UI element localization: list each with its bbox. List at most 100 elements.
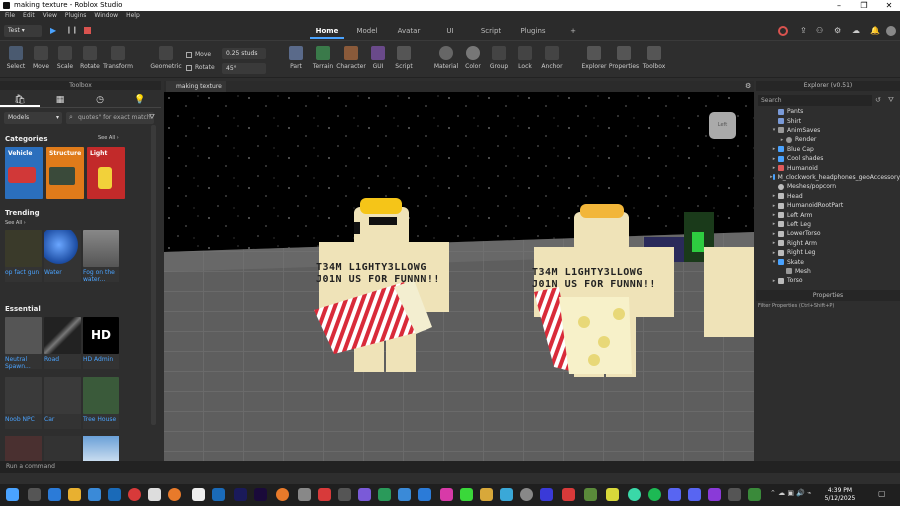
app-icon[interactable] <box>378 488 391 501</box>
gui-button[interactable]: GUI <box>368 46 388 70</box>
rotate-snap-input[interactable]: 45° <box>222 63 266 74</box>
app-icon[interactable] <box>500 488 513 501</box>
category-structure[interactable]: Structure <box>46 147 84 199</box>
essential-item[interactable]: Noob NPC <box>5 377 42 429</box>
app-icon[interactable] <box>298 488 311 501</box>
command-bar-input[interactable]: Run a command <box>0 461 900 473</box>
app-icon[interactable] <box>688 488 701 501</box>
lock-button[interactable]: Lock <box>514 46 536 70</box>
explorer-item[interactable]: ▸ Torso <box>756 276 900 285</box>
document-tab[interactable]: making texture ✕ <box>166 81 226 101</box>
filter-icon[interactable]: ⛛ <box>888 96 894 105</box>
history-icon[interactable]: ↺ <box>875 96 881 104</box>
tab-creations[interactable]: 💡 <box>120 93 160 107</box>
blender-icon[interactable] <box>276 488 289 501</box>
category-vehicle[interactable]: Vehicle <box>5 147 43 199</box>
tab-script[interactable]: Script <box>476 25 506 39</box>
explorer-item[interactable]: ▸ Cool shades <box>756 154 900 163</box>
character-button[interactable]: Character <box>336 46 366 70</box>
app-icon[interactable] <box>540 488 553 501</box>
more-thumbnail[interactable] <box>44 436 81 461</box>
essential-item[interactable]: HD HD Admin <box>83 317 119 369</box>
group-button[interactable]: Group <box>486 46 512 70</box>
app-icon[interactable] <box>440 488 453 501</box>
transform-tool-button[interactable]: Transform <box>102 46 134 70</box>
more-thumbnail[interactable] <box>83 436 119 461</box>
stop-icon[interactable] <box>84 27 91 34</box>
trending-item[interactable]: Fog on the water... <box>83 230 119 283</box>
share-icon[interactable]: ⇪ <box>800 26 807 35</box>
explorer-item[interactable]: ▸ Humanoid <box>756 163 900 172</box>
discord-icon[interactable] <box>668 488 681 501</box>
tab-marketplace[interactable]: 🛍 <box>0 93 40 107</box>
windows-start-icon[interactable] <box>6 488 19 501</box>
app-icon[interactable] <box>628 488 641 501</box>
menu-view[interactable]: View <box>43 11 57 21</box>
explorer-item[interactable]: Shirt <box>756 116 900 125</box>
app-icon[interactable] <box>358 488 371 501</box>
menu-window[interactable]: Window <box>94 11 118 21</box>
firefox-icon[interactable] <box>168 488 181 501</box>
scale-tool-button[interactable]: Scale <box>54 46 76 70</box>
explorer-item[interactable]: ▾ Skate <box>756 257 900 266</box>
essential-item[interactable]: Tree House <box>83 377 119 429</box>
avatar[interactable] <box>886 26 896 36</box>
premiere-icon[interactable] <box>254 488 267 501</box>
terrain-button[interactable]: Terrain <box>310 46 336 70</box>
tab-model[interactable]: Model <box>352 25 382 39</box>
select-tool-button[interactable]: Select <box>4 46 28 70</box>
tab-avatar[interactable]: Avatar <box>392 25 426 39</box>
store-icon[interactable] <box>88 488 101 501</box>
properties-button[interactable]: Properties <box>608 46 640 70</box>
explorer-button[interactable]: Explorer <box>580 46 608 70</box>
app-icon[interactable] <box>48 488 61 501</box>
tab-inventory[interactable]: ▦ <box>40 93 80 107</box>
menu-edit[interactable]: Edit <box>23 11 35 21</box>
menu-help[interactable]: Help <box>126 11 140 21</box>
pause-icon[interactable]: ❙❙ <box>66 26 78 34</box>
part-button[interactable]: Part <box>285 46 307 70</box>
app-icon[interactable] <box>562 488 575 501</box>
notification-icon[interactable]: 🔔 <box>870 26 880 35</box>
app-icon[interactable] <box>708 488 721 501</box>
settings-icon[interactable]: ⚙ <box>834 26 841 35</box>
trending-item[interactable]: op fact gun <box>5 230 42 282</box>
geometric-button[interactable]: Geometric <box>150 46 182 70</box>
explorer-item[interactable]: ▸ HumanoidRootPart <box>756 201 900 210</box>
toolbox-scrollbar[interactable] <box>151 125 156 425</box>
gear-icon[interactable]: ⚙ <box>745 82 751 90</box>
3d-viewport[interactable]: T34M L1GHTY3LLOWG J01N US FOR FUNNN!! T3… <box>164 92 754 461</box>
animate-icon[interactable] <box>234 488 247 501</box>
toolbox-search-input[interactable]: quotes" for exact match <box>66 112 154 124</box>
record-icon[interactable] <box>778 26 788 36</box>
environment-select[interactable]: Test ▾ <box>4 25 42 37</box>
app-icon[interactable] <box>398 488 411 501</box>
essential-item[interactable]: Road <box>44 317 81 369</box>
toolbox-button[interactable]: Toolbox <box>640 46 668 70</box>
explorer-item[interactable]: ▸ Right Leg <box>756 248 900 257</box>
app-icon[interactable] <box>728 488 741 501</box>
tab-home[interactable]: Home <box>310 25 344 39</box>
explorer-item[interactable]: ▸ Head <box>756 192 900 201</box>
tab-ui[interactable]: UI <box>440 25 460 39</box>
filter-icon[interactable]: ⛛ <box>149 113 155 122</box>
system-clock[interactable]: 4:39 PM 5/12/2025 <box>820 487 860 503</box>
trending-item[interactable]: Water <box>44 230 81 282</box>
toolbox-category-select[interactable]: Models ▾ <box>4 112 62 124</box>
explorer-item[interactable]: ▸ Right Arm <box>756 239 900 248</box>
explorer-item[interactable]: ▸ LowerTorso <box>756 229 900 238</box>
spotify-icon[interactable] <box>648 488 661 501</box>
move-snap-checkbox[interactable]: Move <box>186 51 211 58</box>
add-tab-button[interactable]: + <box>568 25 578 39</box>
app-icon[interactable] <box>748 488 761 501</box>
more-thumbnail[interactable] <box>5 436 42 461</box>
cloud-icon[interactable]: ☁ <box>852 26 860 35</box>
explorer-item[interactable]: ▸ Left Arm <box>756 210 900 219</box>
minimize-icon[interactable]: – <box>830 0 848 11</box>
file-explorer-icon[interactable] <box>68 488 81 501</box>
rotate-tool-button[interactable]: Rotate <box>78 46 102 70</box>
trending-see-all-link[interactable]: See All › <box>5 220 26 226</box>
move-tool-button[interactable]: Move <box>30 46 52 70</box>
explorer-item[interactable]: ▸ Left Leg <box>756 220 900 229</box>
app-icon[interactable] <box>338 488 351 501</box>
